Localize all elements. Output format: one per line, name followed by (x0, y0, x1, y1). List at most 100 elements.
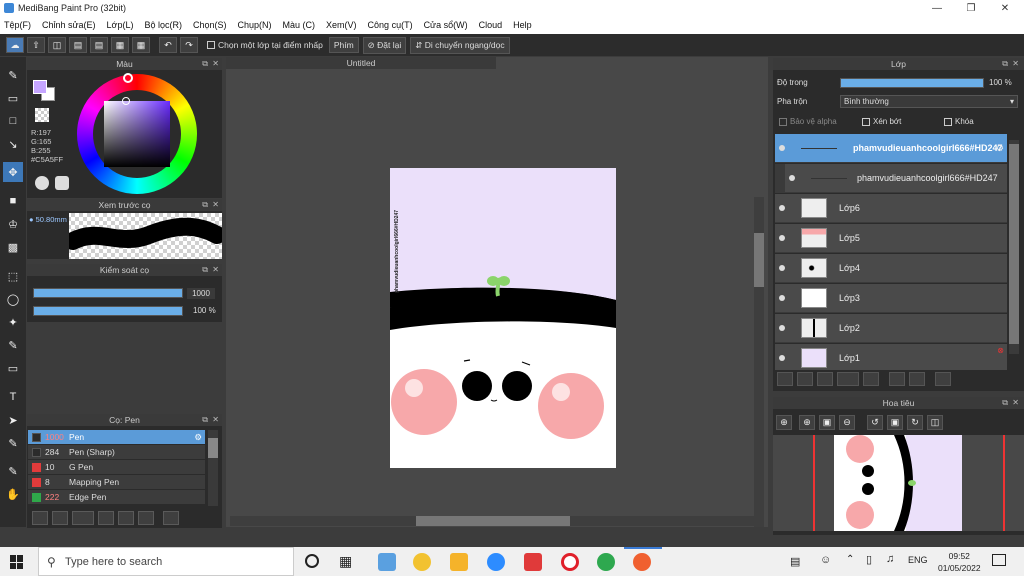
show-hidden-icons[interactable]: ⌃ (846, 554, 854, 565)
menu-filter[interactable]: Bộ lọc(R) (144, 20, 182, 30)
layer-item-3[interactable]: Lớp3 (775, 284, 1007, 313)
menu-cloud[interactable]: Cloud (479, 20, 503, 30)
eyedropper-tool-icon[interactable]: ✎ (3, 433, 23, 453)
visibility-icon[interactable] (779, 235, 785, 241)
fit-icon[interactable]: ▣ (819, 415, 835, 430)
layer-opacity-slider[interactable] (840, 78, 984, 88)
fill-rect-tool-icon[interactable]: ■ (3, 191, 23, 211)
visibility-icon[interactable] (779, 205, 785, 211)
text-tool-icon[interactable]: T (3, 387, 23, 407)
wps-office-icon[interactable] (524, 553, 542, 571)
new-brush-icon[interactable] (52, 511, 68, 525)
select-layer-checkbox[interactable]: Chọn một lớp tại điểm nhấp (207, 40, 323, 50)
float-icon[interactable]: ⧉ (202, 264, 208, 276)
new-layer-icon[interactable] (777, 372, 793, 386)
layer-item-6[interactable]: Lớp6 (775, 194, 1007, 223)
file-explorer-icon[interactable] (450, 553, 468, 571)
close-button[interactable]: ✕ (988, 0, 1022, 16)
folder-icon[interactable] (863, 372, 879, 386)
trash-icon[interactable] (163, 511, 179, 525)
gear-icon[interactable]: ⚙ (194, 432, 202, 443)
layer-list-scrollbar[interactable] (1009, 140, 1019, 354)
chrome-icon[interactable] (413, 553, 431, 571)
gear-icon[interactable]: ⚙ (996, 143, 1004, 154)
menu-view[interactable]: Xem(V) (326, 20, 357, 30)
visibility-icon[interactable] (779, 265, 785, 271)
pen-tool-icon[interactable]: ✎ (3, 461, 23, 481)
float-icon[interactable]: ⧉ (202, 414, 208, 426)
task-view-icon[interactable]: ▦ (339, 553, 352, 570)
rotate-right-icon[interactable]: ↻ (907, 415, 923, 430)
panel-icon[interactable]: ▦ (132, 37, 150, 53)
close-panel-icon[interactable]: ✕ (212, 58, 219, 70)
language-indicator[interactable]: ENG (908, 555, 928, 565)
move-direction-button[interactable]: ⇵ Di chuyển ngang/dọc (410, 36, 510, 54)
volume-icon[interactable]: ♫ (886, 553, 894, 565)
layer-item-5[interactable]: Lớp5 (775, 224, 1007, 253)
close-panel-icon[interactable]: ✕ (1012, 397, 1019, 409)
close-panel-icon[interactable]: ✕ (212, 264, 219, 276)
brush-item-mapping-pen[interactable]: 8 Mapping Pen (28, 475, 205, 490)
select-pen-icon[interactable]: ✎ (3, 335, 23, 355)
cortana-icon[interactable] (305, 554, 319, 568)
brush-size-slider[interactable] (33, 288, 183, 298)
drawing-canvas[interactable] (390, 168, 616, 468)
minimize-button[interactable]: — (920, 0, 954, 16)
add-layer-menu-icon[interactable] (837, 372, 859, 386)
brush-item-pen[interactable]: 1000 Pen ⚙ (28, 430, 205, 445)
menu-file[interactable]: Tệp(F) (4, 20, 31, 30)
merge-down-icon[interactable] (909, 372, 925, 386)
menu-color[interactable]: Màu (C) (283, 20, 316, 30)
flip-icon[interactable]: ◫ (927, 415, 943, 430)
medibang-taskbar-icon[interactable] (633, 553, 651, 571)
color-wheel[interactable] (77, 73, 197, 194)
cloud-icon[interactable]: ☁ (6, 37, 24, 53)
reset-view-icon[interactable]: ▣ (887, 415, 903, 430)
import-image-icon[interactable] (817, 372, 833, 386)
color-history-icon[interactable] (55, 176, 69, 190)
brush-menu-icon[interactable] (72, 511, 94, 525)
windows-start-icon[interactable] (10, 555, 24, 569)
visibility-icon[interactable] (779, 145, 785, 151)
operation-tool-icon[interactable]: ➤ (3, 410, 23, 430)
visibility-icon[interactable] (779, 325, 785, 331)
layer-item-1[interactable]: Lớp1 ⊗ (775, 344, 1007, 373)
saturation-square[interactable] (104, 101, 170, 167)
horizontal-scrollbar[interactable] (230, 516, 754, 526)
layer-item-4[interactable]: Lớp4 (775, 254, 1007, 283)
move-tool-icon[interactable]: ✥ (3, 162, 23, 182)
taskbar-app-icon[interactable]: ▤ (790, 555, 800, 568)
close-panel-icon[interactable]: ✕ (212, 199, 219, 211)
palette-icon[interactable] (35, 176, 49, 190)
brush-settings-icon[interactable] (98, 511, 114, 525)
hue-handle[interactable] (123, 73, 133, 83)
zoom-app-icon[interactable] (487, 553, 505, 571)
brush-list-scrollbar[interactable] (208, 430, 218, 506)
protect-alpha-checkbox[interactable]: Bảo vệ alpha (779, 117, 837, 126)
brush-tool-icon[interactable]: ✎ (3, 65, 23, 85)
redo-icon[interactable]: ↷ (180, 37, 198, 53)
bucket-tool-icon[interactable]: ♔ (3, 214, 23, 234)
document-icon[interactable]: ▤ (90, 37, 108, 53)
undo-icon[interactable]: ↶ (159, 37, 177, 53)
float-icon[interactable]: ⧉ (202, 58, 208, 70)
reset-button[interactable]: ⊘ Đặt lại (362, 36, 407, 54)
hand-tool-icon[interactable]: ✋ (3, 484, 23, 504)
float-icon[interactable]: ⧉ (1002, 397, 1008, 409)
zoom-out-icon[interactable]: ⊖ (839, 415, 855, 430)
vertical-scrollbar[interactable] (754, 197, 764, 527)
share-icon[interactable]: ⇧ (27, 37, 45, 53)
clipping-checkbox[interactable]: Xén bớt (862, 117, 901, 126)
restore-button[interactable]: ❐ (954, 0, 988, 16)
brush-item-g-pen[interactable]: 10 G Pen (28, 460, 205, 475)
menu-tools[interactable]: Công cụ(T) (368, 20, 413, 30)
clock[interactable]: 09:52 01/05/2022 (938, 550, 981, 574)
add-brush-icon[interactable] (32, 511, 48, 525)
float-icon[interactable]: ⧉ (1002, 58, 1008, 70)
visibility-icon[interactable] (779, 295, 785, 301)
document-tab[interactable]: Untitled (226, 57, 496, 69)
zoom-in-icon[interactable]: ⊕ (776, 415, 792, 430)
close-panel-icon[interactable]: ✕ (1012, 58, 1019, 70)
lock-checkbox[interactable]: Khóa (944, 117, 974, 126)
lasso-tool-icon[interactable]: ◯ (3, 289, 23, 309)
